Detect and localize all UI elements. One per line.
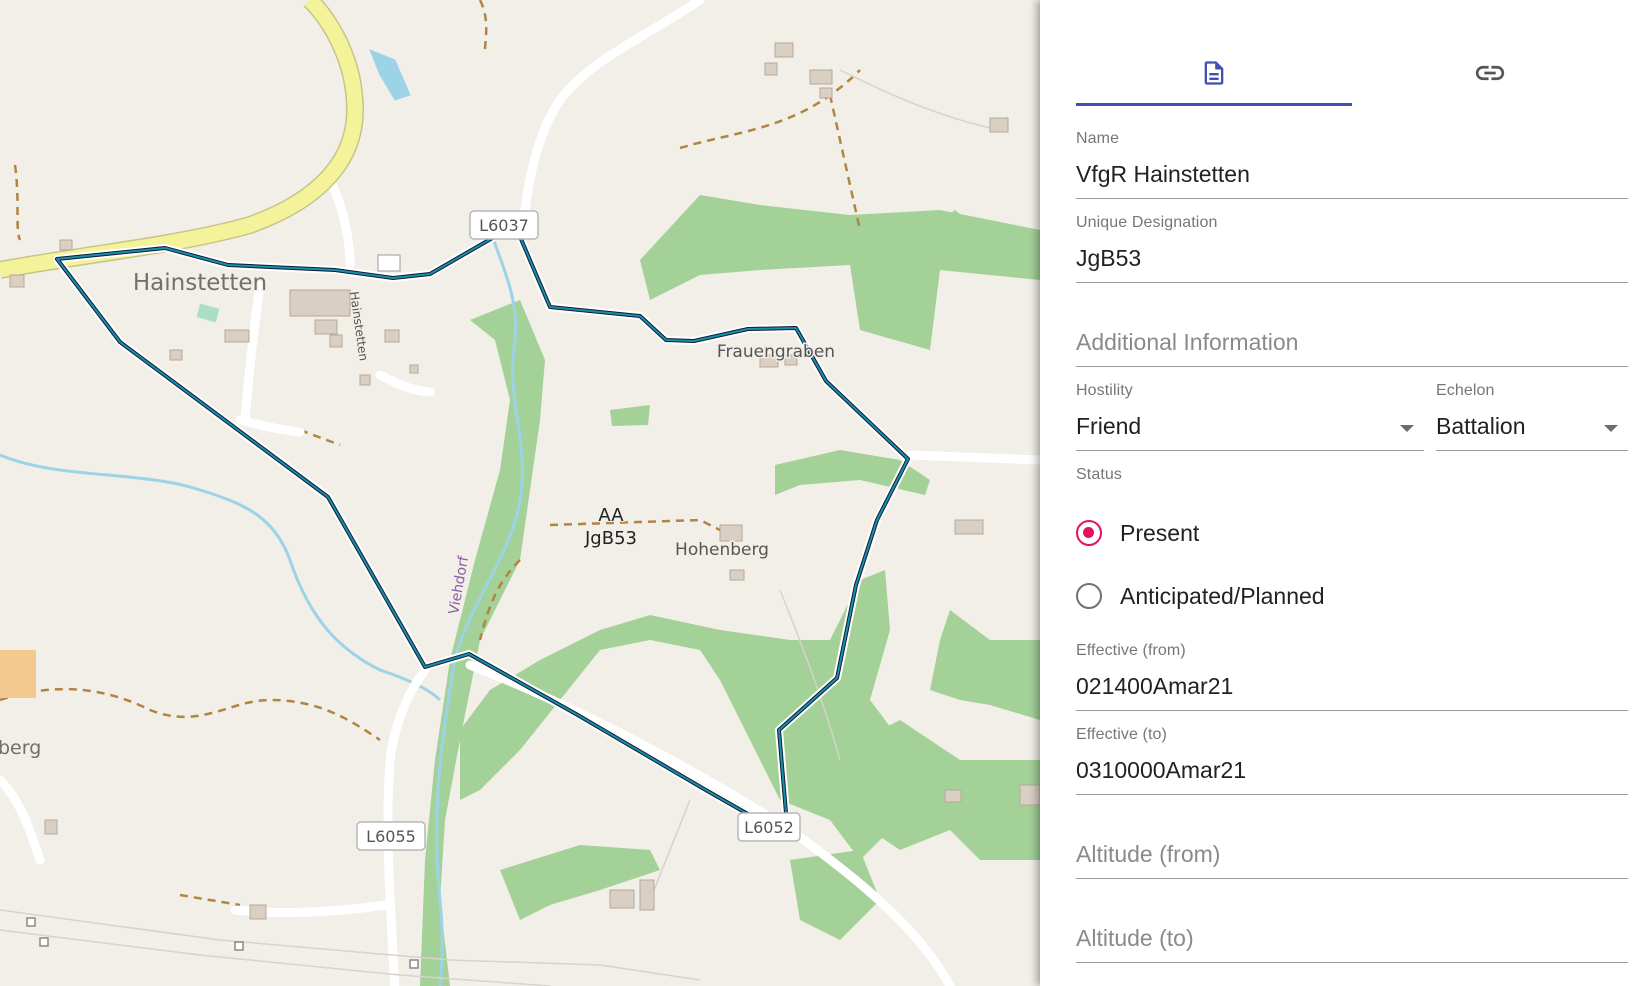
svg-text:L6055: L6055: [366, 827, 416, 846]
effective-to-value[interactable]: 0310000Amar21: [1076, 757, 1246, 784]
additional-information-field[interactable]: Additional Information: [1076, 296, 1628, 368]
road-shield-l6052: L6052: [737, 812, 801, 842]
name-underline: [1076, 198, 1628, 199]
effective-from-value[interactable]: 021400Amar21: [1076, 673, 1233, 700]
place-label-hohenberg: Hohenberg: [675, 540, 769, 560]
radio-checked-icon[interactable]: [1076, 520, 1102, 546]
altitude-to-placeholder[interactable]: Altitude (to): [1076, 925, 1194, 952]
place-label-frauengraben: Frauengraben: [717, 342, 835, 362]
road-shield-l6055: L6055: [356, 821, 426, 851]
altitude-from-underline: [1076, 878, 1628, 879]
active-tab-indicator: [1076, 103, 1352, 106]
name-value[interactable]: VfgR Hainstetten: [1076, 161, 1250, 188]
name-field[interactable]: Name VfgR Hainstetten: [1076, 128, 1628, 200]
altitude-from-placeholder[interactable]: Altitude (from): [1076, 841, 1220, 868]
effective-from-underline: [1076, 710, 1628, 711]
unique-designation-underline: [1076, 282, 1628, 283]
effective-to-label: Effective (to): [1076, 726, 1167, 743]
echelon-dropdown-arrow-icon[interactable]: [1604, 425, 1618, 432]
hostility-dropdown-arrow-icon[interactable]: [1400, 425, 1414, 432]
place-label-hainstetten: Hainstetten: [133, 270, 267, 296]
status-radio-anticipated[interactable]: Anticipated/Planned: [1076, 576, 1325, 616]
effective-from-label: Effective (from): [1076, 642, 1186, 659]
echelon-value[interactable]: Battalion: [1436, 413, 1526, 440]
svg-text:L6037: L6037: [479, 216, 529, 235]
link-icon: [1475, 65, 1505, 81]
orange-area: [0, 650, 36, 698]
map-view[interactable]: L6037 L6055 L6052 Hainstetten Frauengrab…: [0, 0, 1040, 986]
hostility-label: Hostility: [1076, 382, 1133, 399]
unique-designation-label: Unique Designation: [1076, 214, 1218, 231]
area-label-designation: JgB53: [584, 528, 637, 549]
svg-text:L6052: L6052: [744, 818, 794, 837]
additional-information-placeholder[interactable]: Additional Information: [1076, 329, 1298, 356]
status-option-present-label[interactable]: Present: [1120, 520, 1199, 547]
radio-dot: [1083, 527, 1094, 538]
additional-information-underline: [1076, 366, 1628, 367]
place-label-berg: berg: [0, 737, 41, 759]
area-label-type: AA: [598, 505, 624, 526]
tab-properties[interactable]: [1076, 40, 1352, 106]
parking-area: [377, 254, 401, 272]
status-radio-present[interactable]: Present: [1076, 513, 1199, 553]
radio-unchecked-icon[interactable]: [1076, 583, 1102, 609]
map-canvas[interactable]: L6037 L6055 L6052 Hainstetten Frauengrab…: [0, 0, 1040, 986]
unique-designation-field[interactable]: Unique Designation JgB53: [1076, 212, 1628, 284]
echelon-select[interactable]: Echelon Battalion: [1436, 380, 1628, 452]
hostility-select[interactable]: Hostility Friend: [1076, 380, 1424, 452]
effective-to-field[interactable]: Effective (to) 0310000Amar21: [1076, 724, 1628, 796]
hostility-underline: [1076, 450, 1424, 451]
hostility-value[interactable]: Friend: [1076, 413, 1141, 440]
echelon-underline: [1436, 450, 1628, 451]
echelon-label: Echelon: [1436, 382, 1495, 399]
road-shield-l6037: L6037: [469, 210, 539, 240]
name-label: Name: [1076, 130, 1120, 147]
status-label: Status: [1076, 466, 1122, 483]
altitude-to-underline: [1076, 962, 1628, 963]
properties-panel: Name VfgR Hainstetten Unique Designation…: [1040, 0, 1651, 986]
altitude-from-field[interactable]: Altitude (from): [1076, 808, 1628, 880]
tab-links[interactable]: [1352, 40, 1628, 106]
status-option-anticipated-label[interactable]: Anticipated/Planned: [1120, 583, 1325, 610]
document-icon: [1204, 61, 1224, 85]
altitude-to-field[interactable]: Altitude (to): [1076, 892, 1628, 964]
panel-tabs: [1076, 40, 1628, 106]
effective-to-underline: [1076, 794, 1628, 795]
unique-designation-value[interactable]: JgB53: [1076, 245, 1141, 272]
effective-from-field[interactable]: Effective (from) 021400Amar21: [1076, 640, 1628, 712]
